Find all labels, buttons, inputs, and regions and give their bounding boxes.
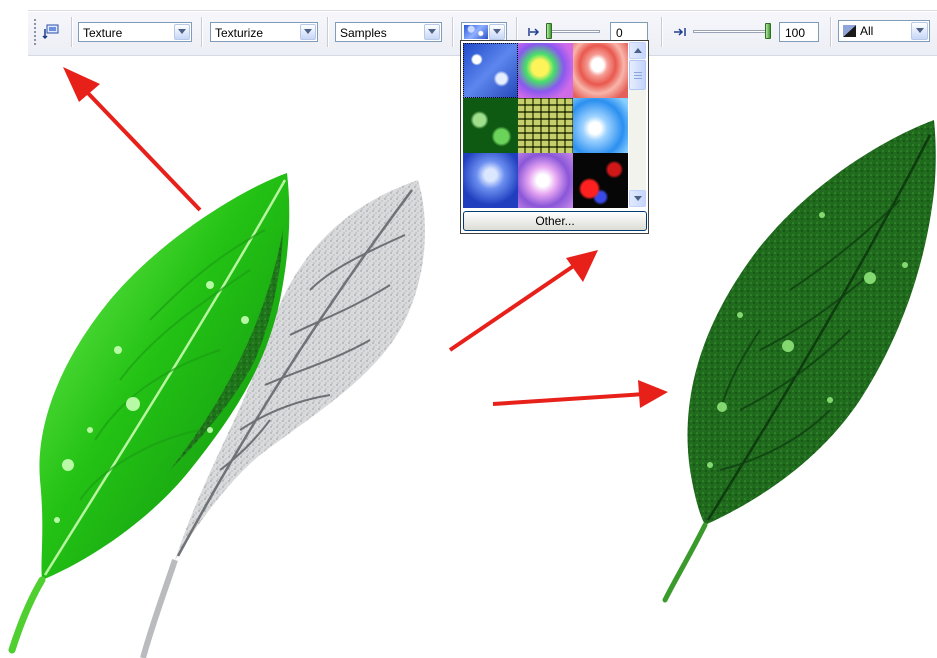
texture-swatch-red-black-splatter[interactable] xyxy=(573,153,628,208)
toolbar-separator xyxy=(71,17,72,47)
other-textures-button[interactable]: Other... xyxy=(463,211,647,231)
texture-swatch-green-leaf[interactable] xyxy=(463,98,518,153)
chevron-down-icon xyxy=(633,195,642,201)
end-transparency-icon xyxy=(674,28,686,36)
end-transparency-slider[interactable] xyxy=(693,30,771,33)
texture-picker-dropdown[interactable] xyxy=(461,22,507,42)
end-transparency-field[interactable]: 100 xyxy=(779,22,819,42)
texture-library-dropdown[interactable]: Samples xyxy=(335,22,442,42)
scroll-thumb[interactable] xyxy=(629,60,646,90)
texture-swatch-cracked-earth[interactable] xyxy=(518,98,573,153)
start-transparency-field[interactable]: 0 xyxy=(610,22,648,42)
apply-to-value: All xyxy=(860,24,874,38)
chevron-down-icon[interactable] xyxy=(424,24,440,40)
chevron-down-icon[interactable] xyxy=(174,24,190,40)
arrow-to-toolbar xyxy=(63,67,202,212)
texture-thumbnail xyxy=(464,25,488,39)
texture-list-scrollbar[interactable] xyxy=(629,42,646,207)
toolbar-separator xyxy=(830,17,831,47)
texture-library-value: Samples xyxy=(340,26,387,40)
toolbar-separator xyxy=(452,17,453,47)
chevron-up-icon xyxy=(633,47,642,53)
arrow-to-result-leaf xyxy=(492,380,668,408)
fill-type-value: Texture xyxy=(83,26,123,40)
texture-swatch-blue-sky[interactable] xyxy=(573,98,628,153)
scroll-up-button[interactable] xyxy=(629,42,646,59)
transparency-target-icon xyxy=(843,25,856,37)
texture-swatch-blue-crystal[interactable] xyxy=(463,43,518,98)
texture-swatch-blue-clouds[interactable] xyxy=(463,153,518,208)
textured-green-leaf xyxy=(662,120,936,603)
toolbar-separator xyxy=(327,17,328,47)
toolbar-separator xyxy=(661,17,662,47)
chevron-down-icon[interactable] xyxy=(489,24,505,40)
end-transparency-slider-thumb[interactable] xyxy=(765,23,771,39)
texture-swatch-rainbow-swirl[interactable] xyxy=(518,43,573,98)
chevron-down-icon[interactable] xyxy=(300,24,316,40)
arrow-to-texture-picker xyxy=(448,250,598,352)
texture-type-dropdown[interactable]: Texturize xyxy=(210,22,318,42)
scroll-down-button[interactable] xyxy=(629,190,646,207)
fill-type-dropdown[interactable]: Texture xyxy=(78,22,192,42)
toolbar-separator xyxy=(201,17,202,47)
toolbar-grip-handle[interactable] xyxy=(34,19,36,45)
texture-swatch-purple-nebula[interactable] xyxy=(518,153,573,208)
start-transparency-icon xyxy=(528,28,540,36)
end-transparency-value: 100 xyxy=(785,26,806,40)
texture-type-value: Texturize xyxy=(215,26,264,40)
interactive-fill-icon[interactable] xyxy=(42,23,60,41)
apply-to-dropdown[interactable]: All xyxy=(838,20,930,42)
texture-swatch-red-marble[interactable] xyxy=(573,43,628,98)
texture-picker-popup: Other... xyxy=(460,40,649,234)
start-transparency-slider-thumb[interactable] xyxy=(546,23,552,39)
chevron-down-icon[interactable] xyxy=(911,22,928,40)
start-transparency-slider[interactable] xyxy=(546,30,600,33)
start-transparency-value: 0 xyxy=(616,26,623,40)
